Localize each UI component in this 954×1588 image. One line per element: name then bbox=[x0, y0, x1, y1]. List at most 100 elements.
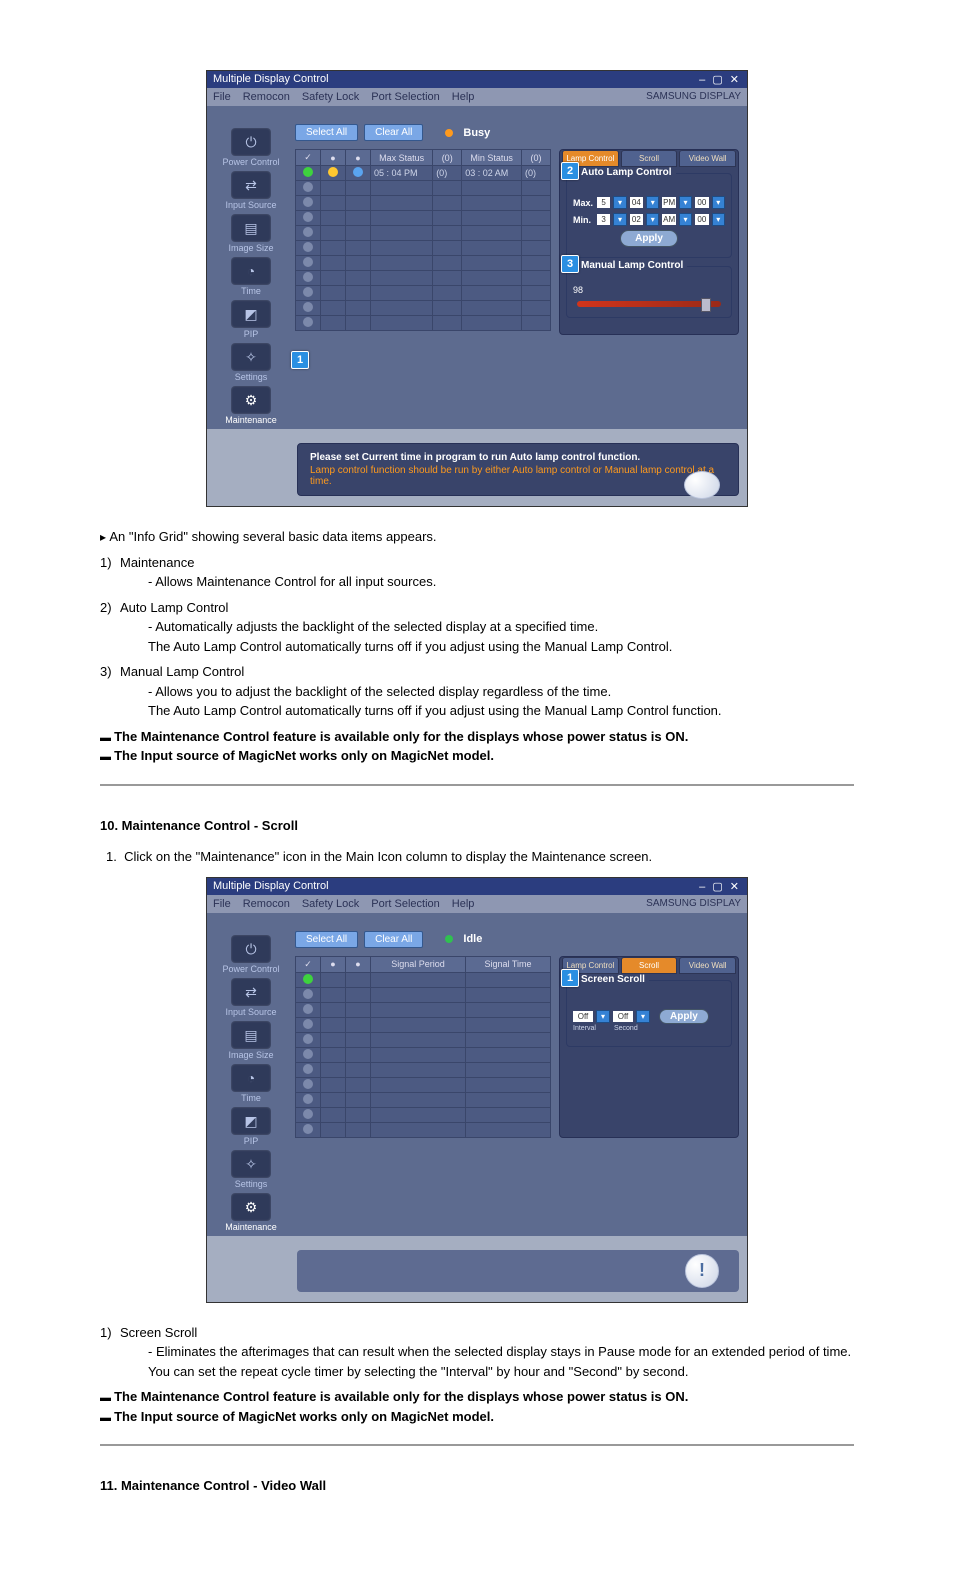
tab-video-wall[interactable]: Video Wall bbox=[679, 150, 736, 167]
check-icon[interactable] bbox=[303, 167, 313, 177]
check-icon[interactable] bbox=[303, 1004, 313, 1014]
window-buttons[interactable]: – ▢ ✕ bbox=[699, 73, 741, 86]
tab-scroll[interactable]: Scroll bbox=[621, 957, 678, 974]
sidebar-item-time[interactable]: ◔Time bbox=[219, 1064, 283, 1103]
menu-port-selection[interactable]: Port Selection bbox=[371, 91, 439, 103]
select-all-button[interactable]: Select All bbox=[295, 124, 358, 141]
check-icon[interactable] bbox=[303, 287, 313, 297]
chevron-down-icon[interactable]: ▾ bbox=[636, 1010, 650, 1023]
check-icon[interactable] bbox=[303, 182, 313, 192]
sidebar-item-image-size[interactable]: ▤Image Size bbox=[219, 1021, 283, 1060]
chevron-down-icon[interactable]: ▾ bbox=[712, 213, 725, 226]
table-row[interactable] bbox=[296, 1077, 551, 1092]
min-min[interactable]: 02 bbox=[630, 214, 643, 225]
sidebar-item-time[interactable]: ◔Time bbox=[219, 257, 283, 296]
table-row[interactable] bbox=[296, 1092, 551, 1107]
table-row[interactable] bbox=[296, 256, 551, 271]
tab-video-wall[interactable]: Video Wall bbox=[679, 957, 736, 974]
table-row[interactable] bbox=[296, 181, 551, 196]
apply-scroll-button[interactable]: Apply bbox=[659, 1009, 709, 1024]
menu-remocon[interactable]: Remocon bbox=[243, 91, 290, 103]
table-row[interactable] bbox=[296, 226, 551, 241]
min-hour[interactable]: 3 bbox=[597, 214, 610, 225]
check-icon[interactable] bbox=[303, 1109, 313, 1119]
menu-help[interactable]: Help bbox=[452, 91, 475, 103]
sidebar-item-input[interactable]: ⇄Input Source bbox=[219, 171, 283, 210]
table-row[interactable] bbox=[296, 1062, 551, 1077]
table-row[interactable] bbox=[296, 1047, 551, 1062]
table-row[interactable] bbox=[296, 1017, 551, 1032]
sidebar-item-power[interactable]: ⏻Power Control bbox=[219, 128, 283, 167]
chevron-down-icon[interactable]: ▾ bbox=[596, 1010, 610, 1023]
menu-file[interactable]: File bbox=[213, 898, 231, 910]
check-icon[interactable] bbox=[303, 197, 313, 207]
min-ampm[interactable]: AM bbox=[662, 214, 675, 225]
sidebar-item-power[interactable]: ⏻Power Control bbox=[219, 935, 283, 974]
sidebar-item-pip[interactable]: ◩PIP bbox=[219, 300, 283, 339]
table-row[interactable] bbox=[296, 196, 551, 211]
check-icon[interactable] bbox=[303, 1049, 313, 1059]
window-buttons[interactable]: – ▢ ✕ bbox=[699, 880, 741, 893]
check-icon[interactable] bbox=[303, 272, 313, 282]
table-row[interactable] bbox=[296, 1107, 551, 1122]
table-row[interactable] bbox=[296, 271, 551, 286]
check-icon[interactable] bbox=[303, 1079, 313, 1089]
check-icon[interactable] bbox=[303, 1064, 313, 1074]
chevron-down-icon[interactable]: ▾ bbox=[712, 196, 725, 209]
max-hour[interactable]: 5 bbox=[597, 197, 610, 208]
chevron-down-icon[interactable]: ▾ bbox=[646, 196, 659, 209]
chevron-down-icon[interactable]: ▾ bbox=[613, 196, 626, 209]
second-select[interactable]: Off bbox=[613, 1011, 633, 1022]
check-icon[interactable] bbox=[303, 242, 313, 252]
select-all-button[interactable]: Select All bbox=[295, 931, 358, 948]
table-row[interactable] bbox=[296, 211, 551, 226]
table-row[interactable] bbox=[296, 301, 551, 316]
sidebar-item-maintenance[interactable]: ⚙Maintenance bbox=[219, 1193, 283, 1232]
check-icon[interactable] bbox=[303, 974, 313, 984]
max-ampm[interactable]: PM bbox=[662, 197, 675, 208]
check-icon[interactable] bbox=[303, 1094, 313, 1104]
table-row[interactable] bbox=[296, 241, 551, 256]
manual-lamp-slider[interactable] bbox=[577, 301, 721, 307]
check-icon[interactable] bbox=[303, 1034, 313, 1044]
check-icon[interactable] bbox=[303, 212, 313, 222]
chevron-down-icon[interactable]: ▾ bbox=[679, 196, 692, 209]
check-icon[interactable] bbox=[303, 227, 313, 237]
sidebar-item-input[interactable]: ⇄Input Source bbox=[219, 978, 283, 1017]
menu-port-selection[interactable]: Port Selection bbox=[371, 898, 439, 910]
chevron-down-icon[interactable]: ▾ bbox=[679, 213, 692, 226]
table-row[interactable] bbox=[296, 286, 551, 301]
check-icon[interactable] bbox=[303, 317, 313, 327]
tab-scroll[interactable]: Scroll bbox=[621, 150, 678, 167]
interval-select[interactable]: Off bbox=[573, 1011, 593, 1022]
sidebar-item-pip[interactable]: ◩PIP bbox=[219, 1107, 283, 1146]
table-row[interactable]: 05 : 04 PM (0) 03 : 02 AM (0) bbox=[296, 166, 551, 181]
sidebar-item-image-size[interactable]: ▤Image Size bbox=[219, 214, 283, 253]
clear-all-button[interactable]: Clear All bbox=[364, 124, 423, 141]
min-value[interactable]: 00 bbox=[695, 214, 708, 225]
apply-auto-button[interactable]: Apply bbox=[620, 230, 678, 247]
chevron-down-icon[interactable]: ▾ bbox=[646, 213, 659, 226]
check-icon[interactable] bbox=[303, 257, 313, 267]
check-icon[interactable] bbox=[303, 989, 313, 999]
table-row[interactable] bbox=[296, 987, 551, 1002]
table-row[interactable] bbox=[296, 316, 551, 331]
table-row[interactable] bbox=[296, 1002, 551, 1017]
menu-safety-lock[interactable]: Safety Lock bbox=[302, 898, 359, 910]
max-value[interactable]: 00 bbox=[695, 197, 708, 208]
sidebar-item-maintenance[interactable]: ⚙Maintenance bbox=[219, 386, 283, 425]
table-row[interactable] bbox=[296, 1032, 551, 1047]
menu-help[interactable]: Help bbox=[452, 898, 475, 910]
max-min[interactable]: 04 bbox=[630, 197, 643, 208]
chevron-down-icon[interactable]: ▾ bbox=[613, 213, 626, 226]
clear-all-button[interactable]: Clear All bbox=[364, 931, 423, 948]
table-row[interactable] bbox=[296, 1122, 551, 1137]
sidebar-item-settings[interactable]: ✧Settings bbox=[219, 343, 283, 382]
check-icon[interactable] bbox=[303, 1124, 313, 1134]
menu-file[interactable]: File bbox=[213, 91, 231, 103]
menu-safety-lock[interactable]: Safety Lock bbox=[302, 91, 359, 103]
check-icon[interactable] bbox=[303, 1019, 313, 1029]
sidebar-item-settings[interactable]: ✧Settings bbox=[219, 1150, 283, 1189]
table-row[interactable] bbox=[296, 972, 551, 987]
check-icon[interactable] bbox=[303, 302, 313, 312]
